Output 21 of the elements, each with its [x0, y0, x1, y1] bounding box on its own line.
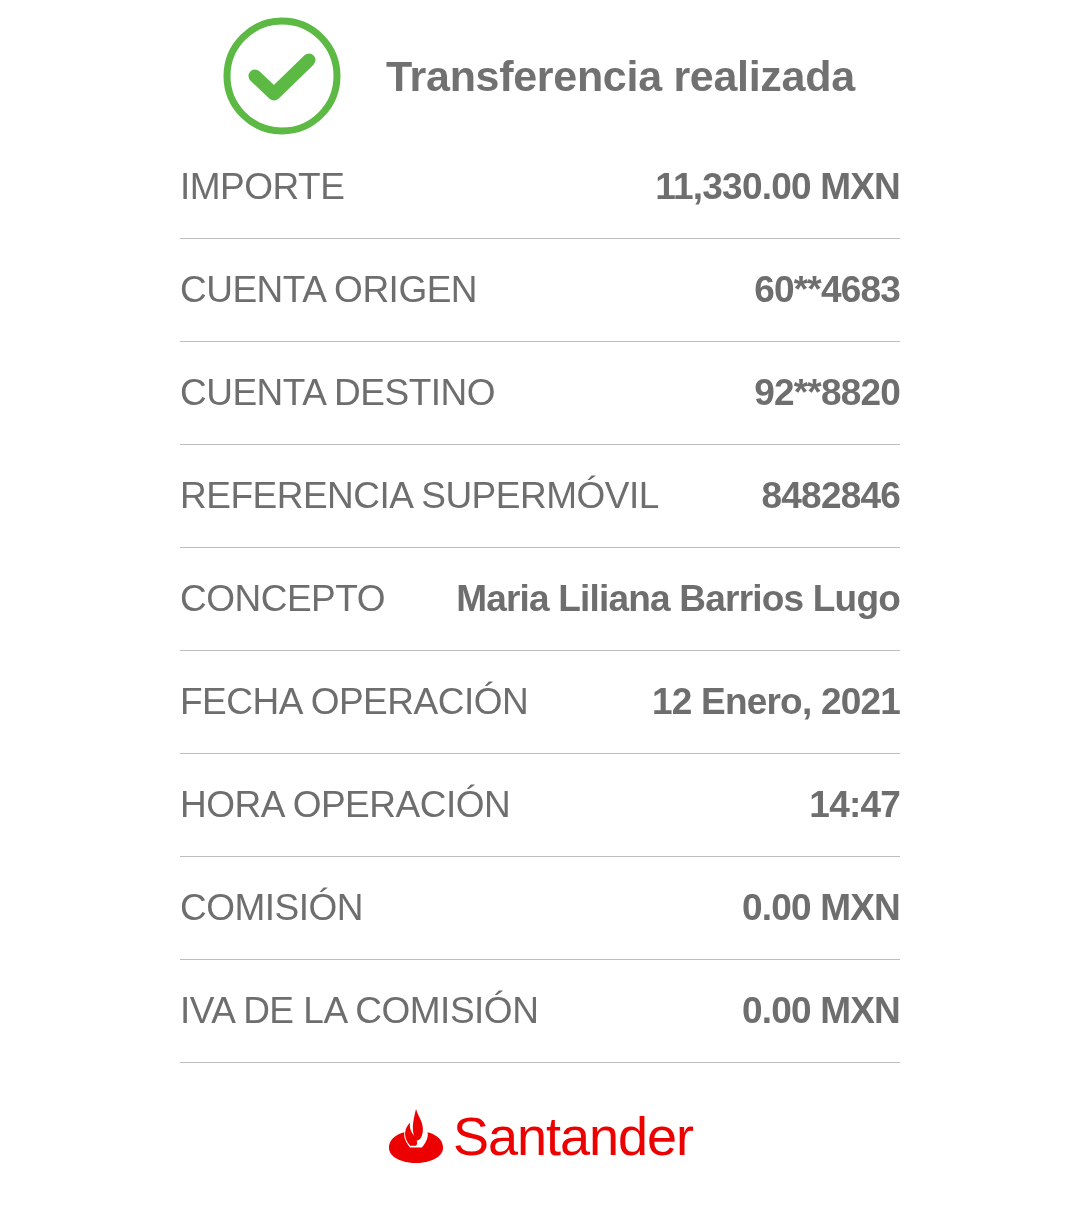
field-value: 12 Enero, 2021	[652, 681, 900, 723]
field-label: CONCEPTO	[180, 578, 385, 620]
page-title: Transferencia realizada	[386, 51, 855, 101]
field-value: 92**8820	[754, 372, 900, 414]
flame-logo-icon	[386, 1107, 445, 1165]
field-label: IVA DE LA COMISIÓN	[180, 990, 539, 1032]
brand-name: Santander	[452, 1105, 694, 1167]
field-value: 14:47	[809, 784, 900, 826]
field-value: Maria Liliana Barrios Lugo	[456, 578, 900, 620]
field-label: CUENTA ORIGEN	[180, 269, 478, 311]
field-label: HORA OPERACIÓN	[180, 784, 511, 826]
field-value: 0.00 MXN	[741, 887, 900, 929]
field-label: COMISIÓN	[180, 887, 364, 929]
field-label: REFERENCIA SUPERMÓVIL	[180, 475, 659, 517]
field-label: IMPORTE	[180, 166, 345, 208]
field-value: 11,330.00 MXN	[655, 166, 900, 208]
field-value: 8482846	[761, 475, 900, 517]
field-value: 60**4683	[754, 269, 900, 311]
field-label: FECHA OPERACIÓN	[180, 681, 529, 723]
field-label: CUENTA DESTINO	[180, 372, 496, 414]
field-value: 0.00 MXN	[741, 990, 900, 1032]
